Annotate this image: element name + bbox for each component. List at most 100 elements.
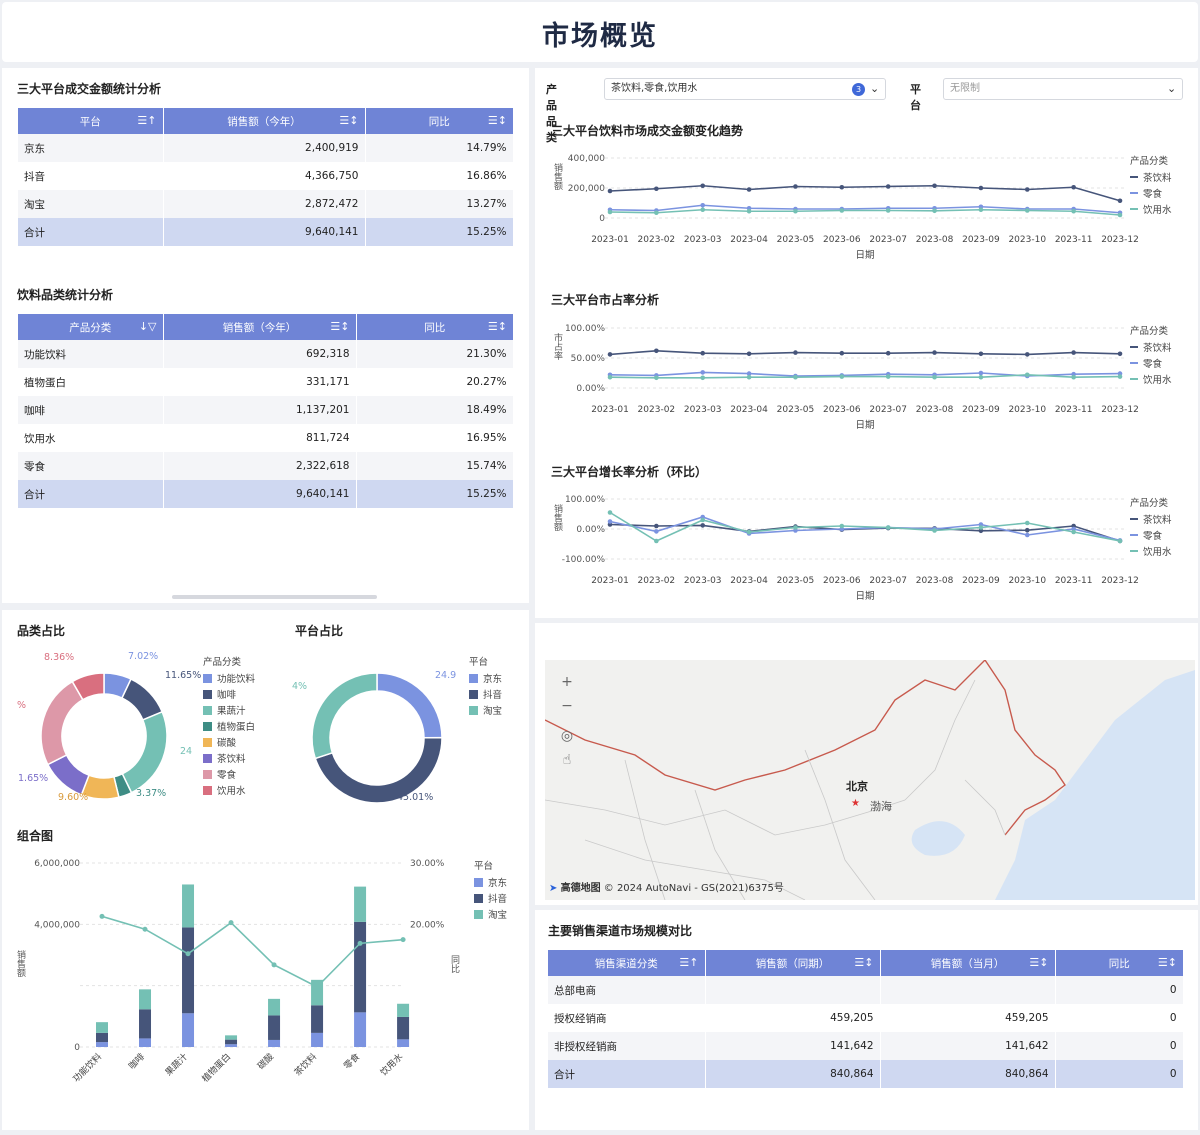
table-row[interactable]: 京东 2,400,919 14.79% <box>18 134 514 162</box>
column-header[interactable]: 同比 ☰↕ <box>356 314 513 340</box>
data-point[interactable] <box>793 184 798 189</box>
bar[interactable] <box>311 1005 324 1033</box>
bar[interactable] <box>225 1039 238 1045</box>
pie-slice[interactable] <box>121 710 168 794</box>
bar[interactable] <box>96 1032 108 1043</box>
data-point[interactable] <box>932 528 937 533</box>
data-point[interactable] <box>1117 538 1123 544</box>
legend-item[interactable]: 果蔬汁 <box>203 702 255 718</box>
zoom-out-button[interactable]: − <box>555 694 579 718</box>
bar[interactable] <box>397 1039 410 1047</box>
legend-item[interactable]: 茶饮料 <box>203 750 255 766</box>
legend-item[interactable]: 饮用水 <box>1143 202 1172 216</box>
legend-item[interactable]: 茶饮料 <box>1143 170 1172 184</box>
data-point[interactable] <box>978 525 984 530</box>
legend-item[interactable]: 零食 <box>1143 528 1162 542</box>
hand-icon[interactable]: ☝ <box>555 748 579 772</box>
data-point[interactable] <box>654 523 659 529</box>
bar[interactable] <box>139 1038 152 1047</box>
data-point[interactable] <box>978 351 984 357</box>
legend-item[interactable]: 淘宝 <box>474 906 507 922</box>
bar[interactable] <box>354 1012 367 1047</box>
column-header[interactable]: 产品分类 ↓▽ <box>18 314 164 340</box>
data-point[interactable] <box>746 187 752 192</box>
data-point[interactable] <box>1024 372 1030 378</box>
legend-item[interactable]: 饮用水 <box>1143 544 1172 558</box>
bar[interactable] <box>182 927 195 1014</box>
table-row[interactable]: 合计 9,640,141 15.25% <box>18 480 514 508</box>
data-point[interactable] <box>1117 374 1123 379</box>
sort-icon[interactable]: ☰↕ <box>854 956 873 969</box>
data-point[interactable] <box>700 523 706 528</box>
data-point[interactable] <box>793 208 798 214</box>
legend-item[interactable]: 零食 <box>1143 186 1162 200</box>
sort-icon[interactable]: ☰↕ <box>1029 956 1048 969</box>
data-point[interactable] <box>932 208 937 214</box>
legend-item[interactable]: 京东 <box>474 874 507 890</box>
table-row[interactable]: 抖音 4,366,750 16.86% <box>18 162 514 190</box>
data-point[interactable] <box>99 913 105 919</box>
legend-item[interactable]: 茶饮料 <box>1143 512 1172 526</box>
legend-item[interactable]: 抖音 <box>474 890 507 906</box>
data-point[interactable] <box>185 951 191 957</box>
data-point[interactable] <box>839 184 845 190</box>
data-point[interactable] <box>932 350 937 355</box>
legend-item[interactable]: 功能饮料 <box>203 670 255 686</box>
horizontal-scrollbar[interactable] <box>172 595 377 599</box>
bar[interactable] <box>139 989 152 1010</box>
data-point[interactable] <box>142 926 148 932</box>
legend-item[interactable]: 京东 <box>469 670 502 686</box>
column-header[interactable]: 同比 ☰↕ <box>1055 950 1183 976</box>
data-point[interactable] <box>1024 532 1030 538</box>
data-point[interactable] <box>700 350 706 356</box>
sort-icon[interactable]: ☰↕ <box>339 114 358 127</box>
bar[interactable] <box>268 998 281 1016</box>
table-row[interactable]: 功能饮料 692,318 21.30% <box>18 340 514 368</box>
map-view[interactable]: 渤海 北京 ★ <box>545 660 1195 900</box>
column-header[interactable]: 销售额（同期） ☰↕ <box>705 950 881 976</box>
data-point[interactable] <box>978 207 984 213</box>
series-line[interactable] <box>609 349 1121 356</box>
series-line[interactable] <box>609 511 1121 542</box>
table-row[interactable]: 总部电商 0 <box>548 976 1184 1004</box>
data-point[interactable] <box>1024 208 1030 213</box>
column-header[interactable]: 同比 ☰↕ <box>365 108 513 134</box>
legend-item[interactable]: 零食 <box>1143 356 1162 370</box>
bar[interactable] <box>354 886 367 922</box>
data-point[interactable] <box>357 940 363 946</box>
sort-icon[interactable]: ☰↕ <box>1158 956 1177 969</box>
data-point[interactable] <box>654 186 659 192</box>
data-point[interactable] <box>978 185 984 191</box>
data-point[interactable] <box>793 374 798 380</box>
table-row[interactable]: 咖啡 1,137,201 18.49% <box>18 396 514 424</box>
data-point[interactable] <box>228 920 234 926</box>
data-point[interactable] <box>839 523 845 529</box>
data-point[interactable] <box>885 184 891 189</box>
data-point[interactable] <box>793 525 798 530</box>
bar[interactable] <box>139 1009 152 1039</box>
data-point[interactable] <box>607 510 613 515</box>
data-point[interactable] <box>400 937 406 943</box>
series-line[interactable] <box>609 208 1121 216</box>
data-point[interactable] <box>314 984 320 990</box>
table-row[interactable]: 合计 9,640,141 15.25% <box>18 218 514 246</box>
column-header[interactable]: 销售额（今年） ☰↕ <box>163 108 366 134</box>
column-header[interactable]: 销售渠道分类 ☰↑ <box>548 950 706 976</box>
data-point[interactable] <box>746 374 752 380</box>
sort-icon[interactable]: ☰↕ <box>488 320 507 333</box>
bar[interactable] <box>96 1042 108 1047</box>
data-point[interactable] <box>1071 184 1076 190</box>
data-point[interactable] <box>1071 208 1076 214</box>
data-point[interactable] <box>654 529 659 534</box>
data-point[interactable] <box>932 374 937 380</box>
legend-item[interactable]: 饮用水 <box>203 782 255 798</box>
pie-slice[interactable] <box>40 680 84 766</box>
legend-item[interactable]: 咖啡 <box>203 686 255 702</box>
data-point[interactable] <box>885 208 891 213</box>
compass-icon[interactable]: ◎ <box>555 724 579 748</box>
legend-item[interactable]: 碳酸 <box>203 734 255 750</box>
bar[interactable] <box>225 1035 238 1040</box>
data-point[interactable] <box>654 538 659 544</box>
table-row[interactable]: 非授权经销商 141,642 141,642 0 <box>548 1032 1184 1060</box>
sort-icon[interactable]: ☰↑ <box>137 114 156 127</box>
